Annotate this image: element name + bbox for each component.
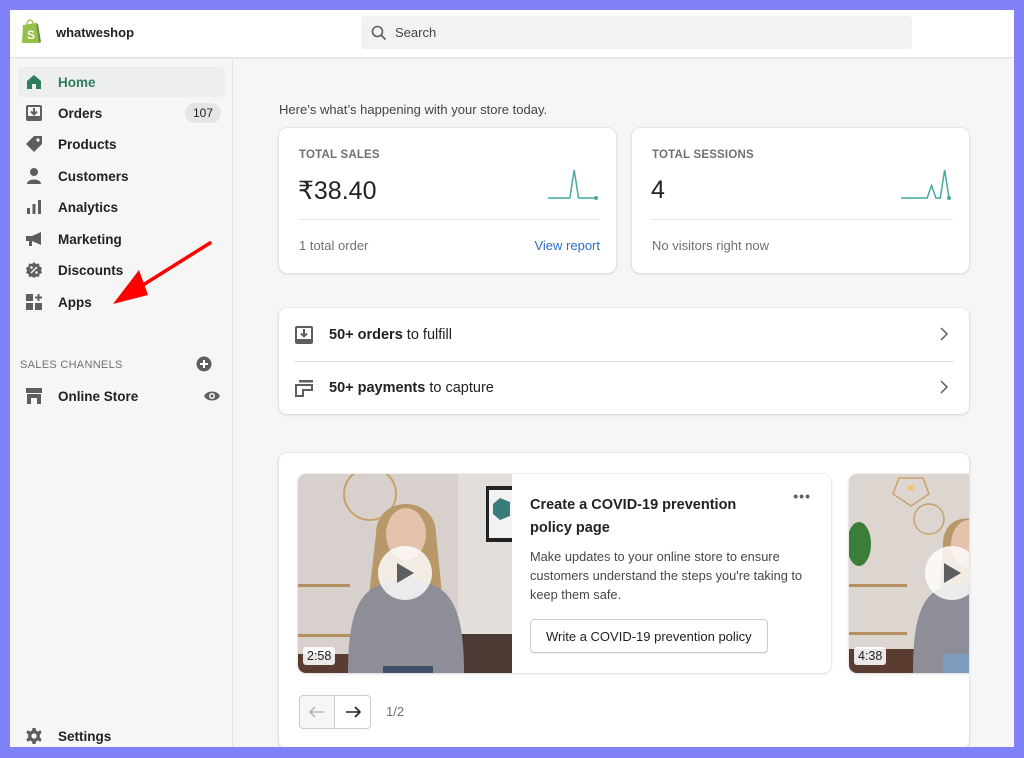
video-card-title: Create a COVID-19 prevention policy page bbox=[530, 497, 737, 536]
video-card: 2:58 Create a COVID-19 prevention policy… bbox=[298, 474, 831, 673]
video-card: 4:38 bbox=[849, 474, 969, 673]
play-icon bbox=[397, 563, 414, 583]
sidebar-item-products[interactable]: Products bbox=[18, 129, 225, 159]
sidebar-item-label: Online Store bbox=[58, 388, 139, 404]
sidebar-item-settings[interactable]: Settings bbox=[18, 721, 225, 747]
sparkline-line bbox=[548, 169, 596, 199]
sidebar-item-label: Settings bbox=[58, 728, 112, 744]
video-duration: 2:58 bbox=[303, 647, 336, 665]
intro-text: Here’s what’s happening with your store … bbox=[279, 102, 548, 117]
search-placeholder: Search bbox=[395, 25, 437, 40]
task-text: 50+ payments to capture bbox=[329, 379, 494, 396]
total-sessions-card: TOTAL SESSIONS 4 No visitors right now bbox=[632, 128, 969, 273]
apps-icon bbox=[24, 292, 44, 312]
sidebar-item-marketing[interactable]: Marketing bbox=[18, 224, 225, 254]
sparkline-end-point bbox=[594, 196, 598, 200]
metric-footer: No visitors right now bbox=[652, 238, 770, 253]
arrow-left-icon bbox=[309, 706, 324, 718]
divider bbox=[299, 219, 600, 220]
previous-button[interactable] bbox=[299, 695, 335, 729]
gear-icon bbox=[24, 726, 44, 746]
arrow-right-icon bbox=[345, 706, 361, 718]
tasks-card: 50+ orders to fulfill 50+ payments to ca… bbox=[279, 308, 969, 414]
sidebar-item-label: Orders bbox=[58, 105, 103, 121]
sidebar-item-label: Apps bbox=[58, 294, 92, 310]
sparkline-line bbox=[901, 169, 950, 199]
svg-text:S: S bbox=[27, 28, 35, 42]
next-button[interactable] bbox=[335, 695, 371, 729]
sales-channels-heading: SALES CHANNELS bbox=[20, 359, 123, 371]
metric-title: TOTAL SESSIONS bbox=[652, 149, 754, 161]
page-indicator: 1/2 bbox=[386, 704, 405, 719]
sidebar-item-label: Products bbox=[58, 136, 117, 152]
video-thumbnail[interactable]: 2:58 bbox=[298, 474, 512, 673]
discount-icon bbox=[24, 260, 44, 280]
metric-footer: 1 total order bbox=[299, 238, 369, 253]
top-bar: S whatweshop Search bbox=[10, 10, 1014, 58]
home-icon bbox=[24, 72, 44, 92]
sidebar-item-label: Customers bbox=[58, 168, 129, 184]
chevron-right-icon bbox=[940, 380, 949, 394]
sidebar-item-label: Discounts bbox=[58, 262, 124, 278]
payments-to-capture-row[interactable]: 50+ payments to capture bbox=[279, 361, 969, 414]
more-options-icon[interactable]: ••• bbox=[793, 488, 811, 504]
total-sales-card: TOTAL SALES ₹38.40 1 total order View re… bbox=[279, 128, 616, 273]
shopify-bag-icon[interactable]: S bbox=[20, 19, 42, 45]
task-text: 50+ orders to fulfill bbox=[329, 326, 452, 343]
chevron-right-icon bbox=[940, 327, 949, 341]
sales-sparkline bbox=[548, 169, 598, 200]
main-content: Here’s what’s happening with your store … bbox=[234, 59, 1014, 747]
sparkline-end-point bbox=[947, 196, 951, 200]
sessions-sparkline bbox=[901, 169, 951, 200]
sidebar-item-customers[interactable]: Customers bbox=[18, 161, 225, 191]
shopify-admin-window: S whatweshop Search Home Orders 107 Prod… bbox=[10, 10, 1014, 747]
search-input[interactable]: Search bbox=[361, 16, 912, 49]
sidebar-item-apps[interactable]: Apps bbox=[18, 287, 225, 317]
sidebar-item-discounts[interactable]: Discounts bbox=[18, 255, 225, 285]
view-report-link[interactable]: View report bbox=[534, 238, 600, 253]
orders-count-badge: 107 bbox=[184, 103, 221, 123]
divider bbox=[652, 219, 953, 220]
metric-value: 4 bbox=[651, 176, 665, 204]
sidebar-item-online-store[interactable]: Online Store bbox=[18, 381, 225, 411]
sidebar-item-label: Analytics bbox=[58, 199, 119, 215]
tag-icon bbox=[24, 134, 44, 154]
video-carousel-card: 2:58 Create a COVID-19 prevention policy… bbox=[279, 453, 969, 747]
search-icon bbox=[371, 25, 387, 40]
bar-chart-icon bbox=[24, 197, 44, 217]
metric-value: ₹38.40 bbox=[298, 177, 377, 205]
add-sales-channel-icon[interactable] bbox=[196, 356, 212, 372]
sidebar-item-home[interactable]: Home bbox=[18, 67, 225, 97]
carousel-pager bbox=[299, 695, 371, 729]
shop-name[interactable]: whatweshop bbox=[56, 25, 134, 40]
sidebar: Home Orders 107 Products Customers Analy… bbox=[10, 59, 233, 747]
sidebar-item-label: Home bbox=[58, 74, 96, 90]
eye-icon[interactable] bbox=[203, 388, 221, 404]
orders-icon bbox=[295, 325, 313, 344]
sidebar-item-label: Marketing bbox=[58, 231, 122, 247]
megaphone-icon bbox=[24, 229, 44, 249]
orders-to-fulfill-row[interactable]: 50+ orders to fulfill bbox=[279, 308, 969, 361]
video-card-description: Make updates to your online store to ens… bbox=[530, 549, 803, 602]
sidebar-item-orders[interactable]: Orders 107 bbox=[18, 98, 225, 128]
person-icon bbox=[24, 166, 44, 186]
metric-title: TOTAL SALES bbox=[299, 149, 380, 161]
store-icon bbox=[24, 386, 44, 406]
play-button[interactable] bbox=[378, 546, 432, 600]
sidebar-item-analytics[interactable]: Analytics bbox=[18, 192, 225, 222]
orders-icon bbox=[24, 103, 44, 123]
payment-icon bbox=[295, 379, 313, 397]
video-duration: 4:38 bbox=[854, 647, 887, 665]
play-icon bbox=[944, 563, 961, 583]
write-covid-policy-button[interactable]: Write a COVID-19 prevention policy bbox=[530, 619, 768, 653]
video-thumbnail[interactable]: 4:38 bbox=[849, 474, 969, 673]
